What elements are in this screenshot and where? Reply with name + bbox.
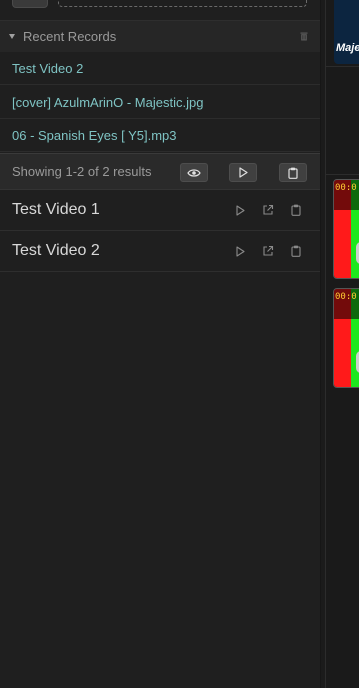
record-title[interactable]: Test Video 2: [12, 242, 100, 260]
clipboard-icon: [288, 167, 298, 179]
cover-thumbnail[interactable]: Maje: [334, 0, 359, 64]
recent-item[interactable]: Test Video 2: [0, 52, 320, 85]
toolbar-stub: [0, 0, 320, 20]
recent-records-title: Recent Records: [23, 29, 117, 44]
drop-zone[interactable]: [58, 0, 307, 7]
eye-icon: [187, 168, 201, 177]
copy-all-button[interactable]: [279, 163, 307, 182]
caret-down-icon[interactable]: [9, 34, 15, 39]
play-icon[interactable]: [234, 245, 246, 257]
timecode: 00:0: [335, 183, 357, 193]
play-all-button[interactable]: [229, 163, 257, 182]
table-row[interactable]: Test Video 1: [0, 190, 320, 231]
trash-icon[interactable]: [300, 32, 308, 41]
recent-item-label[interactable]: 06 - Spanish Eyes [ Y5].mp3: [12, 128, 177, 143]
play-icon[interactable]: [234, 204, 246, 216]
table-row[interactable]: Test Video 2: [0, 231, 320, 272]
recent-item-label[interactable]: [cover] AzulmArinO - Majestic.jpg: [12, 95, 203, 110]
external-link-icon[interactable]: [262, 204, 274, 216]
record-title[interactable]: Test Video 1: [12, 201, 100, 219]
results-summary: Showing 1-2 of 2 results: [12, 164, 152, 179]
divider: [326, 174, 359, 175]
recent-records-header[interactable]: Recent Records: [0, 20, 320, 52]
results-bar: Showing 1-2 of 2 results: [0, 153, 320, 190]
play-icon: [239, 167, 248, 178]
view-all-button[interactable]: [180, 163, 208, 182]
clipboard-icon[interactable]: [290, 204, 302, 216]
recent-item[interactable]: [cover] AzulmArinO - Majestic.jpg: [0, 86, 320, 119]
recent-item[interactable]: 06 - Spanish Eyes [ Y5].mp3: [0, 119, 320, 152]
video-thumbnail[interactable]: 00:0: [333, 179, 359, 279]
clipboard-icon[interactable]: [290, 245, 302, 257]
preview-pane: Maje 00:0 00:0: [325, 0, 359, 688]
cover-title: Maje: [336, 42, 359, 54]
records-panel: Recent Records Test Video 2 [cover] Azul…: [0, 0, 320, 688]
external-link-icon[interactable]: [262, 245, 274, 257]
video-thumbnail[interactable]: 00:0: [333, 288, 359, 388]
toolbar-button[interactable]: [12, 0, 48, 8]
recent-item-label[interactable]: Test Video 2: [12, 61, 83, 76]
timecode: 00:0: [335, 292, 357, 302]
divider: [326, 66, 359, 67]
